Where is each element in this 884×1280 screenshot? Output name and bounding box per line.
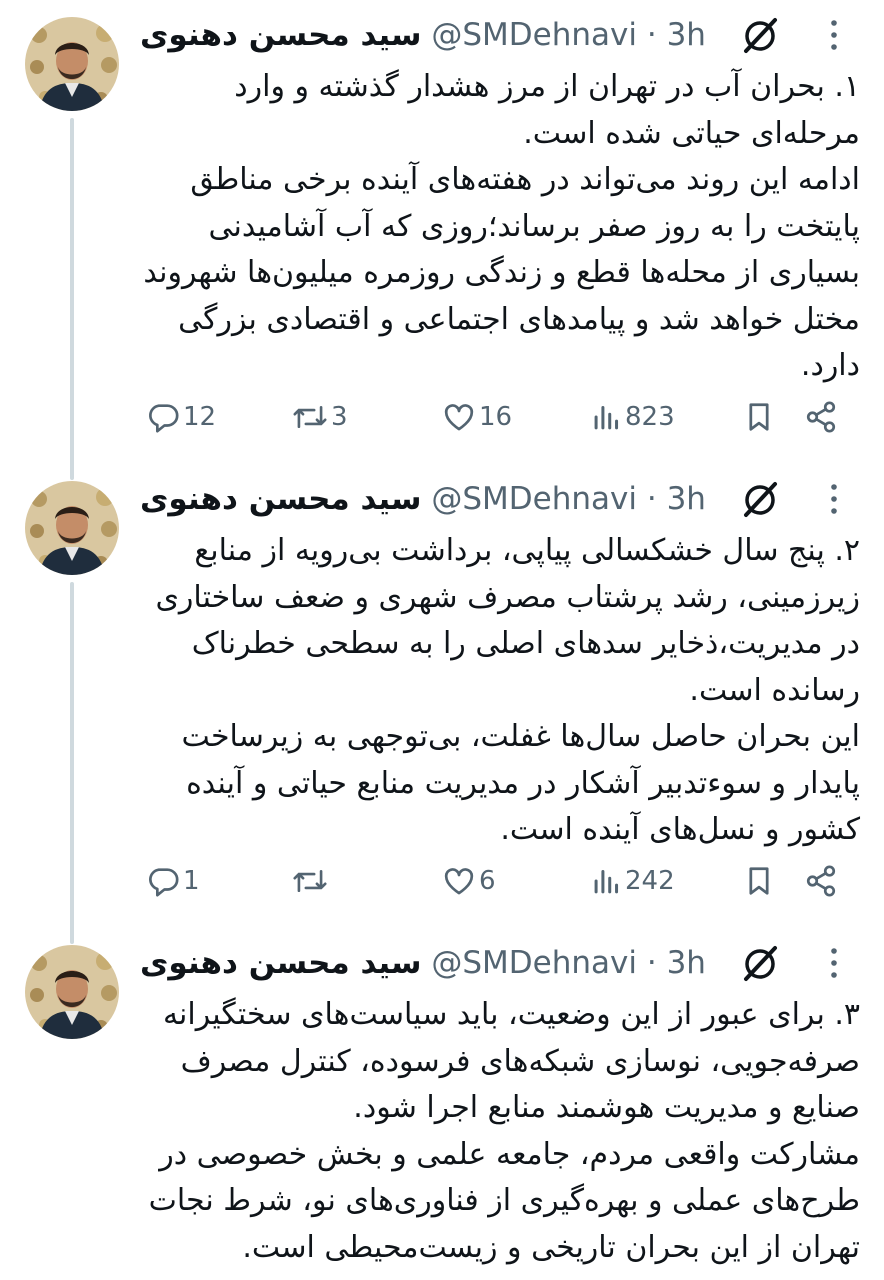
author-display-name[interactable]: سید محسن دهنوی — [140, 945, 422, 981]
grok-icon[interactable] — [740, 943, 780, 983]
thread-connector-line — [70, 582, 74, 944]
tweet-paragraph: ۱. بحران آب در تهران از مرز هشدار گذشته … — [234, 69, 860, 151]
tweet-header: سید محسن دهنوی @SMDehnavi · 3h — [140, 12, 860, 58]
reply-icon — [149, 404, 179, 433]
heart-icon — [444, 404, 474, 431]
retweet-button[interactable] — [292, 858, 331, 904]
grok-icon[interactable] — [740, 15, 780, 55]
more-dots-icon[interactable] — [828, 481, 840, 517]
tweet-text: ۱. بحران آب در تهران از مرز هشدار گذشته … — [140, 64, 860, 390]
more-dots-icon[interactable] — [828, 17, 840, 53]
bookmark-button[interactable] — [744, 858, 774, 904]
tweet-time[interactable]: 3h — [667, 481, 706, 517]
tweet-paragraph: ۳. برای عبور از این وضعیت، باید سیاست‌ها… — [162, 997, 860, 1125]
retweet-icon — [293, 869, 327, 893]
author-line: سید محسن دهنوی @SMDehnavi · 3h — [140, 12, 706, 58]
reply-count: 12 — [183, 402, 217, 432]
reply-button[interactable]: 1 — [146, 858, 200, 904]
tweet-time[interactable]: 3h — [667, 17, 706, 53]
share-icon — [806, 865, 836, 897]
reply-count: 1 — [183, 866, 200, 896]
views-count: 242 — [625, 866, 675, 896]
avatar[interactable] — [25, 945, 119, 1039]
reply-button[interactable]: 12 — [146, 394, 216, 440]
grok-icon[interactable] — [740, 479, 780, 519]
like-count: 6 — [479, 866, 496, 896]
thread-connector-line — [70, 118, 74, 480]
share-button[interactable] — [804, 394, 838, 440]
views-icon — [594, 869, 619, 894]
dot-separator: · — [646, 17, 657, 53]
avatar[interactable] — [25, 17, 119, 111]
views-count: 823 — [625, 402, 675, 432]
author-handle[interactable]: @SMDehnavi — [431, 481, 637, 517]
tweet-paragraph: این بحران حاصل سال‌ها غفلت، بی‌توجهی به … — [181, 719, 860, 847]
tweet-time[interactable]: 3h — [667, 945, 706, 981]
heart-icon — [444, 868, 474, 895]
author-handle[interactable]: @SMDehnavi — [431, 17, 637, 53]
bookmark-button[interactable] — [744, 394, 774, 440]
like-count: 16 — [479, 402, 513, 432]
tweet-paragraph: ادامه این روند می‌تواند در هفته‌های آیند… — [143, 162, 860, 383]
views-button[interactable]: 823 — [592, 394, 675, 440]
retweet-icon — [293, 405, 327, 429]
author-line: سید محسن دهنوی @SMDehnavi · 3h — [140, 940, 706, 986]
like-button[interactable]: 16 — [442, 394, 512, 440]
tweet-actions: 1 6 242 — [140, 858, 860, 904]
tweet-paragraph: ۲. پنج سال خشکسالی پیاپی، برداشت بی‌رویه… — [155, 533, 860, 708]
bookmark-icon — [749, 867, 769, 895]
tweet-thread: سید محسن دهنوی @SMDehnavi · 3h ۱. بحران … — [0, 0, 884, 1280]
reply-icon — [149, 868, 179, 897]
author-line: سید محسن دهنوی @SMDehnavi · 3h — [140, 476, 706, 522]
tweet-paragraph: مشارکت واقعی مردم، جامعه علمی و بخش خصوص… — [148, 1136, 860, 1265]
dot-separator: · — [646, 945, 657, 981]
retweet-count: 3 — [331, 402, 348, 432]
bookmark-icon — [749, 403, 769, 431]
tweet-text: ۲. پنج سال خشکسالی پیاپی، برداشت بی‌رویه… — [140, 528, 860, 854]
author-handle[interactable]: @SMDehnavi — [431, 945, 637, 981]
retweet-button[interactable]: 3 — [292, 394, 348, 440]
tweet-header: سید محسن دهنوی @SMDehnavi · 3h — [140, 476, 860, 522]
author-display-name[interactable]: سید محسن دهنوی — [140, 17, 422, 53]
tweet-header: سید محسن دهنوی @SMDehnavi · 3h — [140, 940, 860, 986]
dot-separator: · — [646, 481, 657, 517]
author-display-name[interactable]: سید محسن دهنوی — [140, 481, 422, 517]
views-button[interactable]: 242 — [592, 858, 675, 904]
avatar[interactable] — [25, 481, 119, 575]
tweet-text: ۳. برای عبور از این وضعیت، باید سیاست‌ها… — [140, 992, 860, 1271]
tweet-actions: 12 3 16 823 — [140, 394, 860, 440]
share-icon — [806, 401, 836, 433]
more-dots-icon[interactable] — [828, 945, 840, 981]
like-button[interactable]: 6 — [442, 858, 496, 904]
views-icon — [594, 405, 619, 430]
share-button[interactable] — [804, 858, 838, 904]
